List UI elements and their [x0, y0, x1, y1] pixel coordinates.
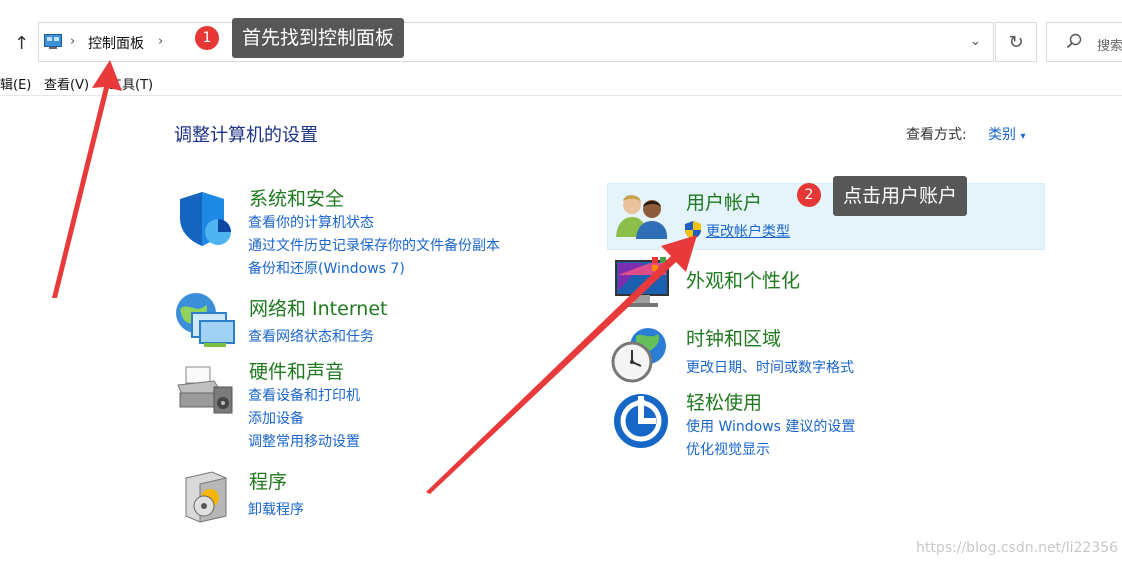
category-programs[interactable]: 程序	[249, 467, 287, 494]
programs-box-icon	[185, 471, 227, 523]
annotation-arrows	[52, 60, 697, 494]
category-user-accounts[interactable]: 用户帐户	[686, 188, 762, 215]
menu-divider	[0, 95, 1122, 96]
category-network-internet[interactable]: 网络和 Internet	[249, 294, 387, 321]
control-panel-icon	[44, 34, 62, 49]
category-hardware-sound[interactable]: 硬件和声音	[249, 357, 344, 384]
network-globe-icon	[176, 293, 235, 347]
watermark: https://blog.csdn.net/li22356	[916, 540, 1119, 556]
breadcrumb-control-panel[interactable]: 控制面板	[88, 33, 144, 53]
refresh-button[interactable]: ↻	[995, 22, 1037, 62]
link-recommended-settings[interactable]: 使用 Windows 建议的设置	[686, 416, 855, 436]
link-uninstall-program[interactable]: 卸载程序	[248, 499, 304, 519]
clock-globe-icon	[611, 328, 666, 383]
link-file-history-backup[interactable]: 通过文件历史记录保存你的文件备份副本	[248, 235, 500, 255]
search-icon	[1066, 33, 1082, 49]
users-icon	[616, 195, 668, 239]
menu-view[interactable]: 查看(V)	[44, 74, 89, 93]
annotation-badge-2: 2	[797, 183, 821, 207]
page-title: 调整计算机的设置	[174, 125, 318, 146]
view-by-value: 类别	[988, 127, 1016, 143]
chevron-down-icon[interactable]: ⌄	[970, 34, 981, 49]
annotation-badge-1: 1	[195, 26, 219, 50]
printer-icon	[177, 366, 233, 414]
view-by-label: 查看方式:	[906, 127, 967, 143]
annotation-callout-1: 首先找到控制面板	[232, 18, 405, 58]
address-bar[interactable]	[38, 22, 994, 62]
refresh-icon: ↻	[1008, 31, 1024, 53]
ease-of-access-icon	[614, 394, 668, 448]
menu-edit[interactable]: 辑(E)	[0, 74, 31, 93]
link-change-account-type[interactable]: 更改帐户类型	[706, 221, 790, 241]
search-placeholder: 搜索	[1097, 39, 1122, 54]
annotation-callout-2: 点击用户账户	[833, 176, 968, 216]
view-by-dropdown[interactable]: 类别 ▾	[988, 124, 1025, 144]
caret-down-icon: ▾	[1020, 131, 1026, 142]
breadcrumb-chevron-icon[interactable]: ›	[158, 34, 163, 49]
link-backup-restore[interactable]: 备份和还原(Windows 7)	[248, 258, 405, 278]
link-check-computer-status[interactable]: 查看你的计算机状态	[248, 212, 374, 232]
user-accounts-highlight[interactable]	[607, 183, 1045, 250]
category-appearance[interactable]: 外观和个性化	[686, 266, 800, 293]
link-mobility-settings[interactable]: 调整常用移动设置	[248, 431, 360, 451]
up-arrow-icon[interactable]: ↑	[14, 33, 29, 54]
menu-tools[interactable]: 工具(T)	[109, 74, 153, 93]
shield-icon	[180, 192, 231, 246]
link-network-status[interactable]: 查看网络状态和任务	[248, 326, 374, 346]
category-ease-of-access[interactable]: 轻松使用	[686, 388, 762, 415]
breadcrumb-separator-icon: ›	[70, 34, 76, 49]
link-optimize-visual-display[interactable]: 优化视觉显示	[686, 439, 770, 459]
monitor-icon	[615, 257, 669, 307]
category-system-security[interactable]: 系统和安全	[249, 184, 344, 211]
category-clock-region[interactable]: 时钟和区域	[686, 324, 781, 351]
uac-shield-icon	[685, 221, 701, 239]
link-change-date-time-format[interactable]: 更改日期、时间或数字格式	[686, 357, 854, 377]
link-add-device[interactable]: 添加设备	[248, 408, 304, 428]
link-devices-printers[interactable]: 查看设备和打印机	[248, 385, 360, 405]
